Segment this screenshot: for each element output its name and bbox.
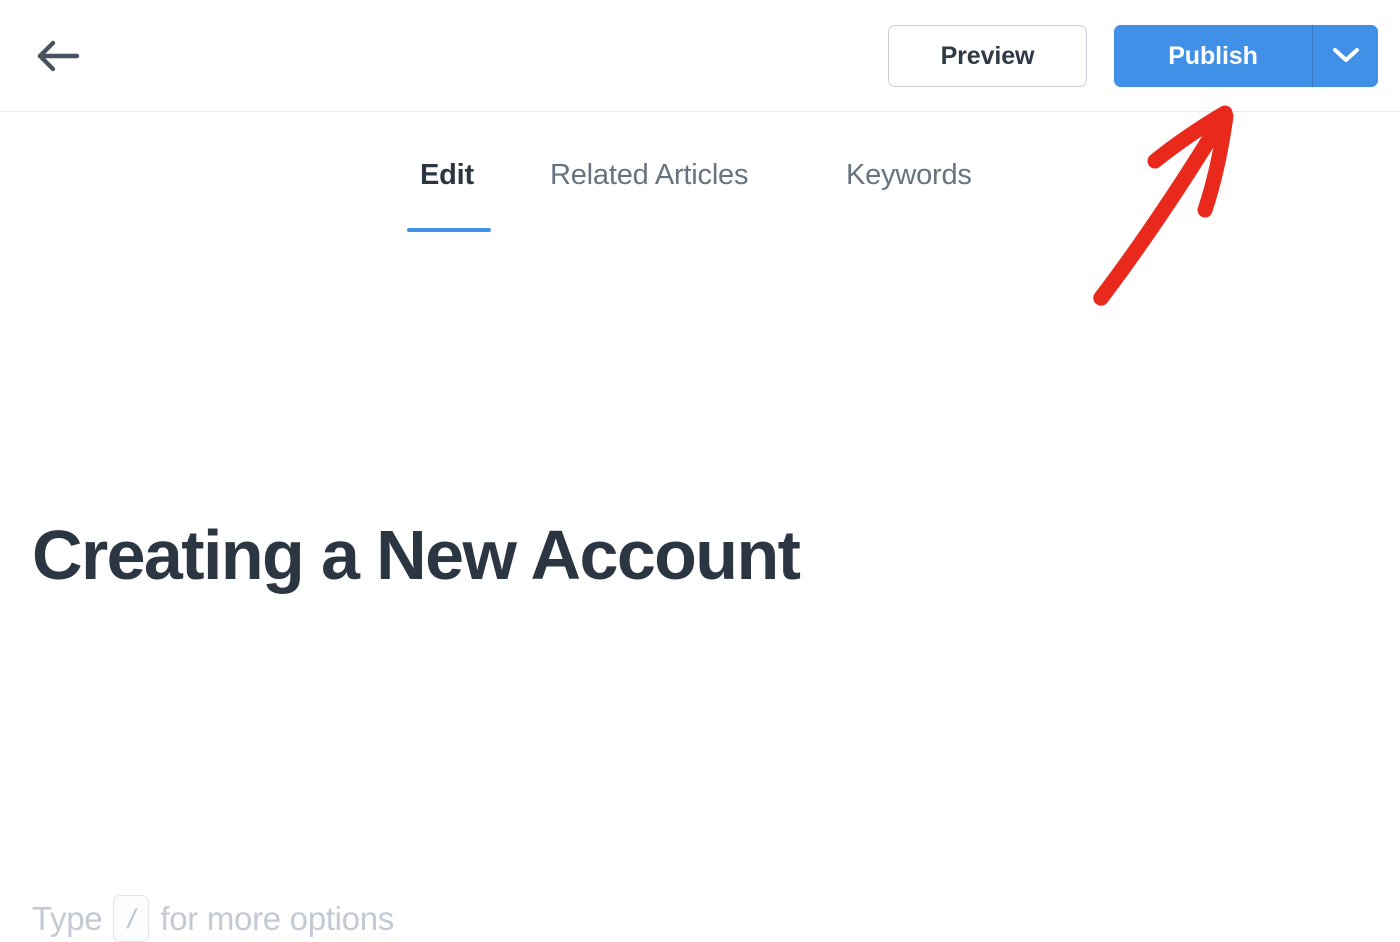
back-button[interactable]	[36, 32, 96, 80]
tab-related-articles[interactable]: Related Articles	[550, 153, 748, 197]
app-header: Preview Publish	[0, 0, 1400, 112]
publish-dropdown-button[interactable]	[1313, 25, 1378, 87]
article-title[interactable]: Creating a New Account	[32, 515, 801, 595]
tab-bar: Edit Related Articles Keywords	[0, 113, 1400, 243]
tab-keywords[interactable]: Keywords	[846, 153, 972, 197]
active-tab-indicator	[407, 228, 491, 232]
placeholder-prefix-text: Type	[32, 899, 103, 937]
preview-button[interactable]: Preview	[888, 25, 1087, 87]
publish-button[interactable]: Publish	[1114, 25, 1312, 87]
tab-edit[interactable]: Edit	[420, 153, 474, 197]
editor-body-placeholder[interactable]: Type / for more options	[32, 895, 394, 942]
slash-key-badge: /	[113, 895, 150, 942]
header-actions: Preview Publish	[888, 25, 1378, 87]
arrow-left-icon	[36, 39, 82, 73]
article-editor[interactable]: Creating a New Account Type / for more o…	[0, 243, 1400, 942]
publish-button-group: Publish	[1114, 25, 1378, 87]
chevron-down-icon	[1332, 46, 1360, 67]
app-root: Preview Publish Edit Related Articles Ke…	[0, 0, 1400, 942]
placeholder-suffix-text: for more options	[160, 899, 394, 937]
